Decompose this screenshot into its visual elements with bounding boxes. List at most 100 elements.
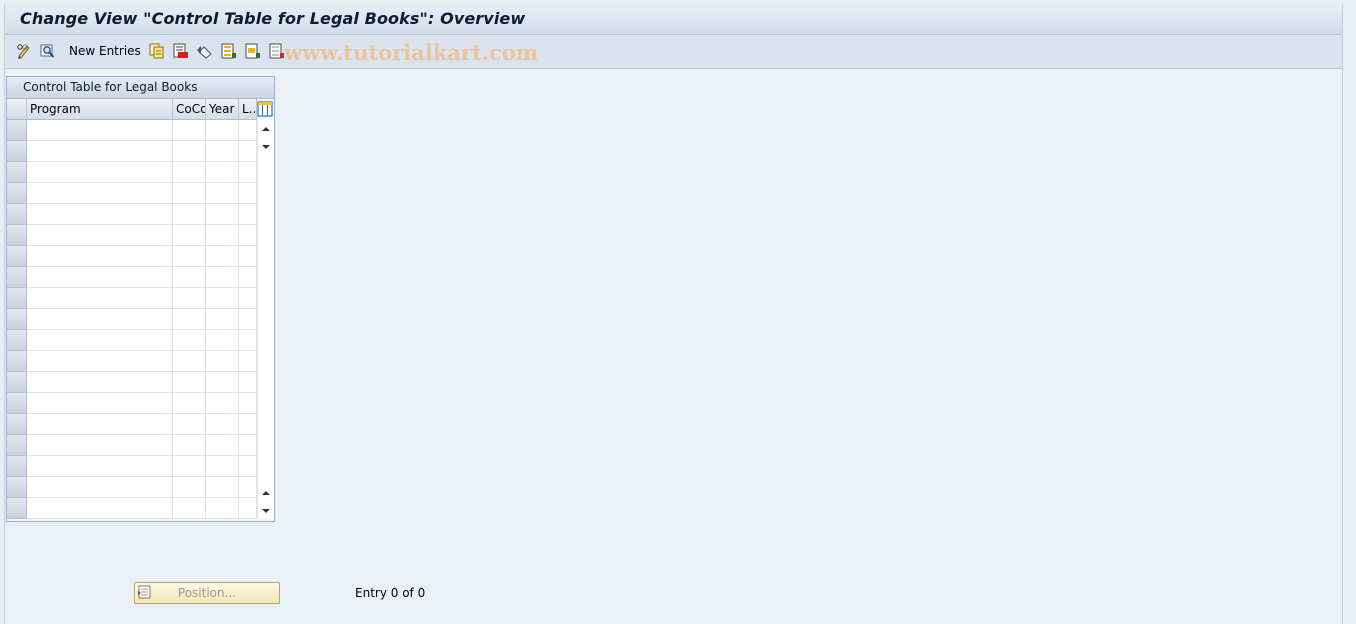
select-all-icon[interactable] bbox=[220, 43, 237, 59]
table-cell[interactable] bbox=[239, 498, 257, 519]
table-cell[interactable] bbox=[206, 183, 239, 204]
row-selector[interactable] bbox=[7, 435, 27, 456]
table-cell[interactable] bbox=[27, 330, 173, 351]
row-selector[interactable] bbox=[7, 498, 27, 519]
table-cell[interactable] bbox=[206, 435, 239, 456]
table-cell[interactable] bbox=[27, 498, 173, 519]
row-selector[interactable] bbox=[7, 141, 27, 162]
table-cell[interactable] bbox=[206, 120, 239, 141]
table-cell[interactable] bbox=[27, 414, 173, 435]
table-cell[interactable] bbox=[239, 204, 257, 225]
row-selector[interactable] bbox=[7, 267, 27, 288]
row-selector[interactable] bbox=[7, 351, 27, 372]
row-selector[interactable] bbox=[7, 330, 27, 351]
table-cell[interactable] bbox=[27, 393, 173, 414]
position-button[interactable]: Position... bbox=[134, 582, 280, 604]
table-cell[interactable] bbox=[239, 435, 257, 456]
table-cell[interactable] bbox=[173, 246, 206, 267]
vertical-scrollbar[interactable] bbox=[257, 120, 274, 519]
table-cell[interactable] bbox=[27, 309, 173, 330]
table-cell[interactable] bbox=[173, 183, 206, 204]
table-cell[interactable] bbox=[173, 162, 206, 183]
column-header-year[interactable]: Year bbox=[206, 99, 239, 120]
table-cell[interactable] bbox=[239, 225, 257, 246]
table-cell[interactable] bbox=[239, 414, 257, 435]
deselect-all-icon[interactable] bbox=[268, 43, 285, 59]
table-cell[interactable] bbox=[239, 393, 257, 414]
table-cell[interactable] bbox=[173, 204, 206, 225]
table-cell[interactable] bbox=[239, 351, 257, 372]
table-cell[interactable] bbox=[239, 288, 257, 309]
row-selector[interactable] bbox=[7, 246, 27, 267]
table-cell[interactable] bbox=[239, 330, 257, 351]
table-cell[interactable] bbox=[27, 435, 173, 456]
table-cell[interactable] bbox=[27, 204, 173, 225]
table-cell[interactable] bbox=[27, 141, 173, 162]
table-cell[interactable] bbox=[173, 309, 206, 330]
table-cell[interactable] bbox=[173, 330, 206, 351]
table-cell[interactable] bbox=[27, 246, 173, 267]
table-cell[interactable] bbox=[173, 351, 206, 372]
table-cell[interactable] bbox=[239, 456, 257, 477]
table-cell[interactable] bbox=[27, 477, 173, 498]
row-selector[interactable] bbox=[7, 372, 27, 393]
table-cell[interactable] bbox=[173, 477, 206, 498]
table-cell[interactable] bbox=[27, 456, 173, 477]
select-block-icon[interactable] bbox=[244, 43, 261, 59]
table-cell[interactable] bbox=[173, 141, 206, 162]
table-cell[interactable] bbox=[206, 393, 239, 414]
page-down-icon[interactable] bbox=[260, 505, 272, 517]
table-cell[interactable] bbox=[206, 456, 239, 477]
scroll-down-icon[interactable] bbox=[260, 141, 272, 153]
row-selector[interactable] bbox=[7, 183, 27, 204]
page-up-icon[interactable] bbox=[260, 487, 272, 499]
scroll-up-icon[interactable] bbox=[260, 123, 272, 135]
row-selector[interactable] bbox=[7, 162, 27, 183]
undo-change-icon[interactable] bbox=[196, 43, 213, 59]
table-cell[interactable] bbox=[239, 309, 257, 330]
table-cell[interactable] bbox=[27, 183, 173, 204]
table-cell[interactable] bbox=[173, 267, 206, 288]
table-cell[interactable] bbox=[173, 435, 206, 456]
table-cell[interactable] bbox=[239, 246, 257, 267]
delete-icon[interactable] bbox=[172, 43, 189, 59]
table-cell[interactable] bbox=[27, 225, 173, 246]
column-header-l[interactable]: L.. bbox=[239, 99, 257, 120]
row-selector[interactable] bbox=[7, 120, 27, 141]
table-cell[interactable] bbox=[206, 498, 239, 519]
table-cell[interactable] bbox=[173, 414, 206, 435]
table-cell[interactable] bbox=[206, 267, 239, 288]
table-cell[interactable] bbox=[239, 162, 257, 183]
table-cell[interactable] bbox=[239, 120, 257, 141]
table-cell[interactable] bbox=[206, 330, 239, 351]
table-cell[interactable] bbox=[27, 267, 173, 288]
table-cell[interactable] bbox=[27, 372, 173, 393]
table-cell[interactable] bbox=[27, 162, 173, 183]
table-cell[interactable] bbox=[239, 183, 257, 204]
row-selector[interactable] bbox=[7, 477, 27, 498]
table-cell[interactable] bbox=[27, 120, 173, 141]
table-cell[interactable] bbox=[206, 309, 239, 330]
table-cell[interactable] bbox=[173, 393, 206, 414]
table-cell[interactable] bbox=[173, 372, 206, 393]
select-all-rows-corner[interactable] bbox=[7, 99, 27, 120]
table-cell[interactable] bbox=[206, 225, 239, 246]
table-cell[interactable] bbox=[239, 267, 257, 288]
table-cell[interactable] bbox=[239, 372, 257, 393]
new-entries-button[interactable]: New Entries bbox=[69, 44, 141, 58]
table-cell[interactable] bbox=[27, 351, 173, 372]
table-cell[interactable] bbox=[27, 288, 173, 309]
column-header-cocd[interactable]: CoCd bbox=[173, 99, 206, 120]
table-cell[interactable] bbox=[173, 288, 206, 309]
table-cell[interactable] bbox=[206, 477, 239, 498]
row-selector[interactable] bbox=[7, 225, 27, 246]
table-cell[interactable] bbox=[173, 498, 206, 519]
column-header-program[interactable]: Program bbox=[27, 99, 173, 120]
table-cell[interactable] bbox=[239, 141, 257, 162]
copy-as-icon[interactable] bbox=[148, 43, 165, 59]
display-change-icon[interactable] bbox=[16, 43, 33, 59]
row-selector[interactable] bbox=[7, 456, 27, 477]
details-icon[interactable] bbox=[39, 43, 56, 59]
table-cell[interactable] bbox=[173, 456, 206, 477]
table-cell[interactable] bbox=[173, 120, 206, 141]
